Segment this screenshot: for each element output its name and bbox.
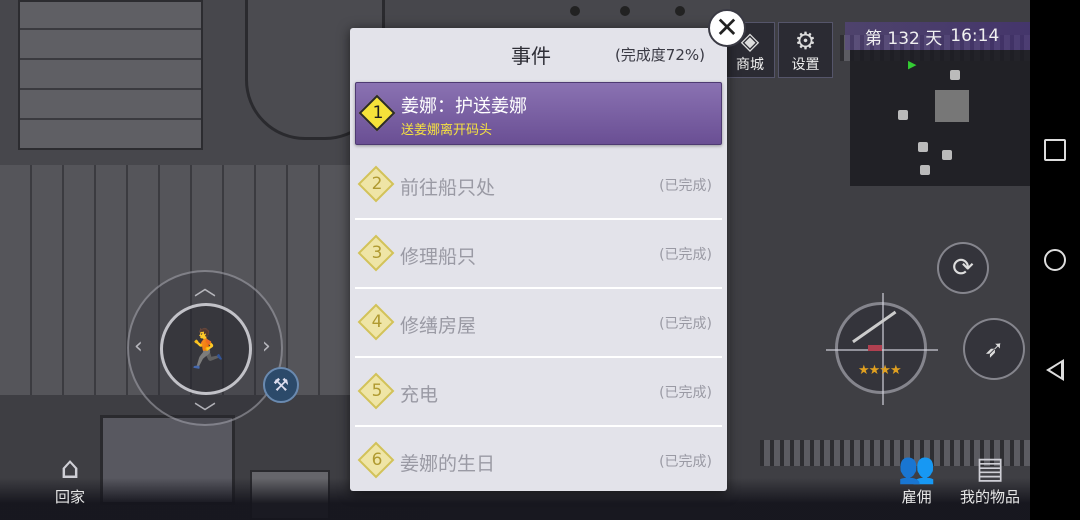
task-name: 姜娜：护送姜娜 <box>401 96 527 117</box>
reload-icon: ⟳ <box>952 253 974 283</box>
task-status: (已完成) <box>659 247 712 263</box>
attack-button[interactable]: ★★★★ <box>826 293 938 405</box>
completion-rate: (完成度72%) <box>614 46 705 64</box>
bolt <box>570 6 580 16</box>
task-item[interactable]: 4 修缮房屋 (已完成) <box>355 289 722 358</box>
event-panel: 事件 (完成度72%) 1 姜娜：护送姜娜 送姜娜离开码头 2 前往船只处 (已… <box>350 28 727 491</box>
task-number: 4 <box>371 312 383 332</box>
task-status: (已完成) <box>659 454 712 470</box>
home-nav-button[interactable] <box>1044 249 1066 271</box>
player-marker-icon: ▶ <box>908 58 917 71</box>
minimap-marker <box>950 70 960 80</box>
task-name: 姜娜的生日 <box>400 453 496 475</box>
task-name: 前往船只处 <box>400 177 496 199</box>
gear-icon: ⚙ <box>794 27 817 55</box>
task-number: 5 <box>371 381 383 401</box>
task-status: (已完成) <box>659 178 712 194</box>
tools-icon[interactable]: ⚒ <box>263 367 299 403</box>
shop-label: 商城 <box>736 57 764 73</box>
people-icon: 👥 <box>898 451 936 486</box>
clock: 16:14 <box>950 26 1000 46</box>
items-label: 我的物品 <box>960 488 1021 506</box>
wooden-deck-top <box>18 0 203 150</box>
house-icon: ⌂ <box>60 451 80 486</box>
settings-label: 设置 <box>791 57 820 73</box>
items-button[interactable]: ▤ 我的物品 <box>960 452 1020 507</box>
task-name: 修缮房屋 <box>400 315 477 337</box>
hire-button[interactable]: 👥 雇佣 <box>898 452 935 507</box>
minimap-marker <box>918 142 928 152</box>
task-item[interactable]: 6 姜娜的生日 (已完成) <box>355 427 722 496</box>
minimap-building <box>935 90 969 122</box>
sprint-icon: ➶ <box>983 335 1005 363</box>
task-name: 充电 <box>400 384 439 406</box>
task-item[interactable]: 2 前往船只处 (已完成) <box>355 151 722 220</box>
reload-button[interactable]: ⟳ <box>937 242 989 294</box>
task-name: 修理船只 <box>400 246 477 268</box>
chevron-up-icon: ︿ <box>194 276 217 301</box>
running-figure-icon: 🏃 <box>182 326 230 371</box>
weapon-stars: ★★★★ <box>858 363 902 378</box>
android-nav-bar <box>1030 0 1080 520</box>
day-counter: 第 132 天 <box>865 28 943 49</box>
joystick-knob[interactable]: 🏃 <box>160 303 252 395</box>
task-status: (已完成) <box>659 316 712 332</box>
day-time-bar: 第 132 天 16:14 <box>845 22 1030 50</box>
task-item[interactable]: 5 充电 (已完成) <box>355 358 722 427</box>
minimap-marker <box>898 110 908 120</box>
sprint-button[interactable]: ➶ <box>963 318 1025 380</box>
back-button[interactable] <box>1046 359 1064 381</box>
task-number: 2 <box>371 174 383 194</box>
close-icon: ✕ <box>715 11 739 44</box>
chevron-left-icon: ‹ <box>134 334 143 359</box>
chest-icon: ▤ <box>975 451 1005 486</box>
chevron-right-icon: › <box>262 334 271 359</box>
task-number: 3 <box>371 243 383 263</box>
minimap-marker <box>920 165 930 175</box>
task-list: 1 姜娜：护送姜娜 送姜娜离开码头 2 前往船只处 (已完成) 3 修理船只 (… <box>355 82 722 496</box>
recent-apps-button[interactable] <box>1044 139 1066 161</box>
home-label: 回家 <box>55 488 86 506</box>
bolt <box>675 6 685 16</box>
close-button[interactable]: ✕ <box>708 9 746 47</box>
task-item[interactable]: 3 修理船只 (已完成) <box>355 220 722 289</box>
weapon-tip <box>868 345 882 351</box>
settings-button[interactable]: ⚙ 设置 <box>778 22 833 78</box>
chevron-down-icon: ﹀ <box>194 402 217 427</box>
task-subtitle: 送姜娜离开码头 <box>401 123 493 138</box>
task-number: 1 <box>372 103 384 123</box>
task-status: (已完成) <box>659 385 712 401</box>
minimap-marker <box>942 150 952 160</box>
home-button[interactable]: ⌂ 回家 <box>55 452 85 507</box>
minimap[interactable]: ▶ <box>850 50 1030 186</box>
hire-label: 雇佣 <box>901 488 932 506</box>
bolt <box>620 6 630 16</box>
task-number: 6 <box>371 450 383 470</box>
task-item[interactable]: 1 姜娜：护送姜娜 送姜娜离开码头 <box>355 82 722 145</box>
